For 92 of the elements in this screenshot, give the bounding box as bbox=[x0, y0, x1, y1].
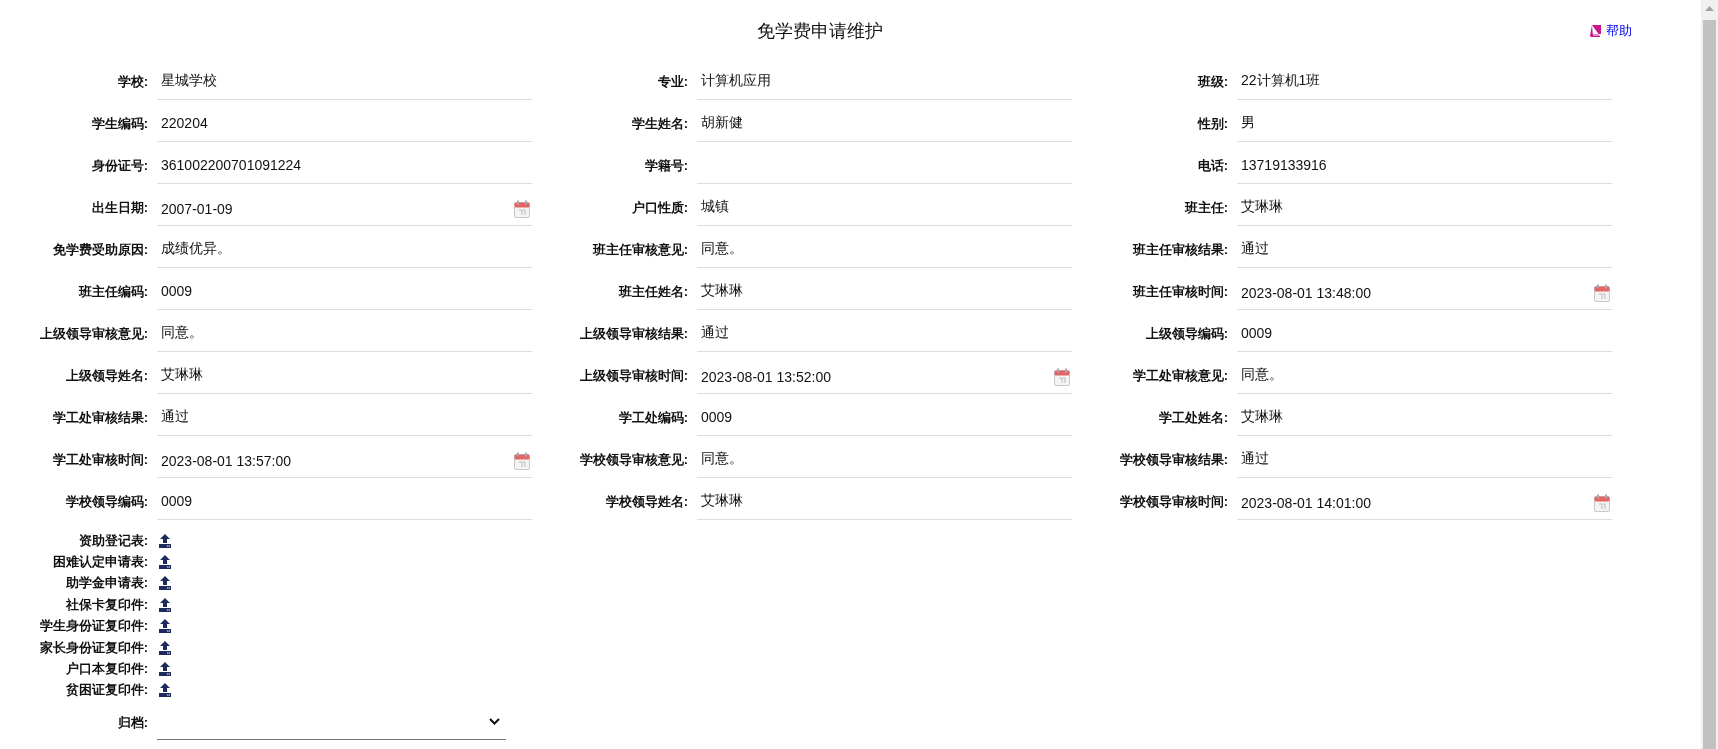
text-field[interactable]: 艾琳琳 bbox=[1237, 188, 1612, 226]
field-label: 学工处审核意见: bbox=[1131, 367, 1228, 385]
field-label: 学校领导审核意见: bbox=[578, 451, 688, 469]
upload-icon[interactable] bbox=[158, 576, 172, 591]
text-field[interactable]: 0009 bbox=[157, 482, 532, 520]
text-field[interactable]: 成绩优异。 bbox=[157, 230, 532, 268]
calendar-icon[interactable] bbox=[514, 451, 530, 470]
text-field[interactable]: 同意。 bbox=[1237, 356, 1612, 394]
field-label: 免学费受助原因: bbox=[51, 241, 148, 259]
chevron-down-icon bbox=[489, 717, 500, 725]
field-label: 学校领导编码: bbox=[64, 493, 148, 511]
upload-label: 助学金申请表: bbox=[64, 574, 148, 593]
field-label: 班主任姓名: bbox=[617, 283, 688, 301]
field-label: 班主任审核时间: bbox=[1131, 283, 1228, 301]
field-label: 学校领导审核结果: bbox=[1118, 451, 1228, 469]
text-field[interactable]: 艾琳琳 bbox=[697, 482, 1072, 520]
date-field[interactable]: 2023-08-01 13:57:00 bbox=[157, 440, 532, 478]
upload-label: 家长身份证复印件: bbox=[38, 638, 148, 657]
upload-icon[interactable] bbox=[158, 683, 172, 698]
field-label: 身份证号: bbox=[90, 157, 148, 175]
upload-icon[interactable] bbox=[158, 640, 172, 655]
field-label: 班主任编码: bbox=[77, 283, 148, 301]
field-label: 学校: bbox=[116, 73, 148, 91]
field-label: 学生姓名: bbox=[630, 115, 688, 133]
text-field[interactable]: 通过 bbox=[697, 314, 1072, 352]
field-label: 上级领导审核时间: bbox=[578, 367, 688, 385]
field-label: 学工处编码: bbox=[617, 409, 688, 427]
field-label: 学校领导姓名: bbox=[604, 493, 688, 511]
text-field[interactable]: 艾琳琳 bbox=[157, 356, 532, 394]
calendar-icon[interactable] bbox=[1594, 493, 1610, 512]
text-field[interactable]: 男 bbox=[1237, 104, 1612, 142]
field-label: 学工处姓名: bbox=[1157, 409, 1228, 427]
upload-icon[interactable] bbox=[158, 597, 172, 612]
field-label: 班级: bbox=[1196, 73, 1228, 91]
text-field[interactable]: 同意。 bbox=[697, 440, 1072, 478]
upload-icon[interactable] bbox=[158, 619, 172, 634]
date-field[interactable]: 2023-08-01 14:01:00 bbox=[1237, 482, 1612, 520]
field-label: 班主任: bbox=[1183, 199, 1228, 217]
field-label: 学籍号: bbox=[643, 157, 688, 175]
date-field[interactable]: 2007-01-09 bbox=[157, 188, 532, 226]
field-label: 上级领导审核意见: bbox=[38, 325, 148, 343]
text-field[interactable]: 22计算机1班 bbox=[1237, 62, 1612, 100]
field-label: 电话: bbox=[1196, 157, 1228, 175]
upload-label: 学生身份证复印件: bbox=[38, 617, 148, 636]
text-field[interactable]: 通过 bbox=[1237, 230, 1612, 268]
text-field[interactable]: 艾琳琳 bbox=[1237, 398, 1612, 436]
field-label: 学生编码: bbox=[90, 115, 148, 133]
calendar-icon[interactable] bbox=[1594, 283, 1610, 302]
calendar-icon[interactable] bbox=[1054, 367, 1070, 386]
upload-label: 社保卡复印件: bbox=[64, 595, 148, 614]
text-field[interactable]: 计算机应用 bbox=[697, 62, 1072, 100]
field-label: 学校领导审核时间: bbox=[1118, 493, 1228, 511]
field-label: 班主任审核结果: bbox=[1131, 241, 1228, 259]
text-field[interactable]: 0009 bbox=[157, 272, 532, 310]
text-field[interactable]: 艾琳琳 bbox=[697, 272, 1072, 310]
help-link[interactable]: 帮助 bbox=[1590, 22, 1632, 40]
field-label: 上级领导姓名: bbox=[64, 367, 148, 385]
upload-label: 困难认定申请表: bbox=[51, 553, 148, 572]
field-label: 性别: bbox=[1196, 115, 1228, 133]
field-label: 户口性质: bbox=[630, 199, 688, 217]
upload-label: 资助登记表: bbox=[77, 531, 148, 550]
text-field[interactable]: 0009 bbox=[697, 398, 1072, 436]
date-field[interactable]: 2023-08-01 13:48:00 bbox=[1237, 272, 1612, 310]
text-field[interactable]: 同意。 bbox=[157, 314, 532, 352]
text-field[interactable]: 0009 bbox=[1237, 314, 1612, 352]
text-field[interactable]: 胡新健 bbox=[697, 104, 1072, 142]
page-title: 免学费申请维护 bbox=[757, 20, 883, 43]
scrollbar[interactable] bbox=[1701, 0, 1718, 749]
text-field[interactable]: 通过 bbox=[1237, 440, 1612, 478]
field-label: 上级领导审核结果: bbox=[578, 325, 688, 343]
upload-label: 贫困证复印件: bbox=[64, 681, 148, 700]
upload-icon[interactable] bbox=[158, 533, 172, 548]
date-field[interactable]: 2023-08-01 13:52:00 bbox=[697, 356, 1072, 394]
calendar-icon[interactable] bbox=[514, 199, 530, 218]
text-field[interactable]: 同意。 bbox=[697, 230, 1072, 268]
field-label: 上级领导编码: bbox=[1144, 325, 1228, 343]
upload-icon[interactable] bbox=[158, 555, 172, 570]
upload-icon[interactable] bbox=[158, 662, 172, 677]
text-field[interactable]: 城镇 bbox=[697, 188, 1072, 226]
text-field[interactable]: 通过 bbox=[157, 398, 532, 436]
field-label: 归档: bbox=[116, 714, 148, 733]
text-field[interactable]: 13719133916 bbox=[1237, 146, 1612, 184]
upload-label: 户口本复印件: bbox=[64, 660, 148, 679]
field-label: 学工处审核结果: bbox=[51, 409, 148, 427]
scrollbar-thumb[interactable] bbox=[1703, 20, 1716, 749]
text-field[interactable]: 220204 bbox=[157, 104, 532, 142]
field-label: 学工处审核时间: bbox=[51, 451, 148, 469]
field-label: 班主任审核意见: bbox=[591, 241, 688, 259]
field-label: 专业: bbox=[656, 73, 688, 91]
text-field[interactable]: 361002200701091224 bbox=[157, 146, 532, 184]
field-label: 出生日期: bbox=[90, 199, 148, 217]
text-field[interactable]: 星城学校 bbox=[157, 62, 532, 100]
